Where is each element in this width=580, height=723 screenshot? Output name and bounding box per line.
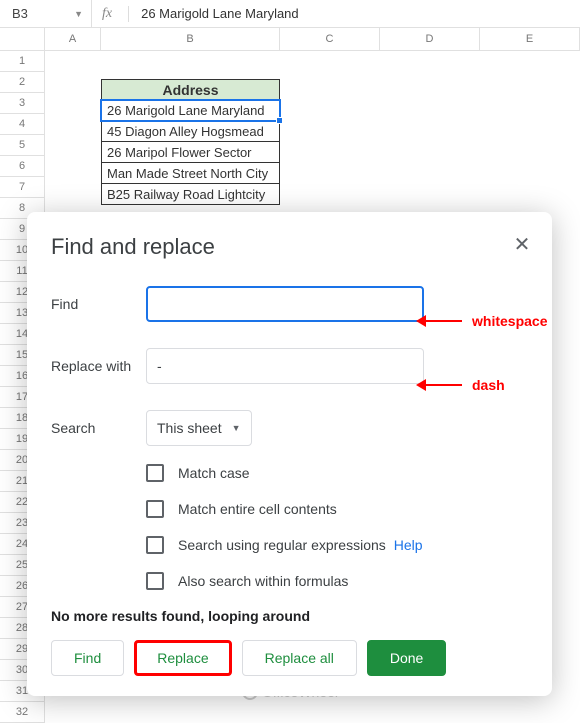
select-all-corner[interactable] [0, 28, 45, 50]
divider [128, 6, 129, 22]
column-header[interactable]: A [45, 28, 101, 50]
annotation-dash: dash [416, 377, 505, 393]
row-header[interactable]: 4 [0, 114, 45, 135]
cell-reference: B3 [12, 6, 28, 21]
row-header[interactable]: 1 [0, 51, 45, 72]
replace-input[interactable] [146, 348, 424, 384]
row-header[interactable]: 32 [0, 702, 45, 723]
find-label: Find [51, 296, 146, 312]
table-cell[interactable]: 26 Marigold Lane Maryland [101, 100, 280, 121]
table-header-cell[interactable]: Address [101, 79, 280, 100]
table-cell[interactable]: Man Made Street North City [101, 163, 280, 184]
regex-label: Search using regular expressions [178, 537, 386, 553]
selection-handle[interactable] [276, 117, 283, 124]
row-header[interactable]: 7 [0, 177, 45, 198]
fx-icon: fx [92, 6, 122, 22]
data-table: Address 26 Marigold Lane Maryland 45 Dia… [101, 79, 280, 205]
formula-input[interactable]: 26 Marigold Lane Maryland [135, 6, 580, 21]
close-icon[interactable]: ✕ [510, 232, 534, 256]
annotation-text: dash [472, 377, 505, 393]
column-header[interactable]: D [380, 28, 480, 50]
column-header[interactable]: E [480, 28, 580, 50]
match-entire-checkbox[interactable] [146, 500, 164, 518]
match-case-checkbox[interactable] [146, 464, 164, 482]
column-header[interactable]: B [101, 28, 280, 50]
row-header[interactable]: 5 [0, 135, 45, 156]
table-cell[interactable]: 45 Diagon Alley Hogsmead [101, 121, 280, 142]
match-entire-label: Match entire cell contents [178, 501, 337, 517]
find-input[interactable] [146, 286, 424, 322]
formula-bar: B3 ▼ fx 26 Marigold Lane Maryland [0, 0, 580, 28]
annotation-whitespace: whitespace [416, 313, 547, 329]
find-button[interactable]: Find [51, 640, 124, 676]
status-message: No more results found, looping around [51, 608, 528, 624]
replace-label: Replace with [51, 358, 146, 374]
column-header[interactable]: C [280, 28, 380, 50]
regex-checkbox[interactable] [146, 536, 164, 554]
done-button[interactable]: Done [367, 640, 446, 676]
caret-down-icon: ▼ [232, 423, 241, 433]
row-header[interactable]: 3 [0, 93, 45, 114]
name-box[interactable]: B3 ▼ [0, 0, 92, 27]
help-link[interactable]: Help [394, 537, 423, 553]
annotation-text: whitespace [472, 313, 547, 329]
row-header[interactable]: 6 [0, 156, 45, 177]
table-cell[interactable]: 26 Maripol Flower Sector [101, 142, 280, 163]
column-headers: A B C D E [0, 28, 580, 51]
search-scope-dropdown[interactable]: This sheet ▼ [146, 410, 252, 446]
search-formulas-checkbox[interactable] [146, 572, 164, 590]
search-label: Search [51, 420, 146, 436]
dialog-title: Find and replace [51, 234, 528, 260]
find-replace-dialog: Find and replace ✕ Find Replace with Sea… [27, 212, 552, 696]
chevron-down-icon: ▼ [74, 9, 83, 19]
match-case-label: Match case [178, 465, 250, 481]
dropdown-value: This sheet [157, 420, 222, 436]
cell-value: 26 Marigold Lane Maryland [107, 103, 265, 118]
row-header[interactable]: 2 [0, 72, 45, 93]
replace-all-button[interactable]: Replace all [242, 640, 357, 676]
table-cell[interactable]: B25 Railway Road Lightcity [101, 184, 280, 205]
search-formulas-label: Also search within formulas [178, 573, 348, 589]
replace-button[interactable]: Replace [134, 640, 231, 676]
